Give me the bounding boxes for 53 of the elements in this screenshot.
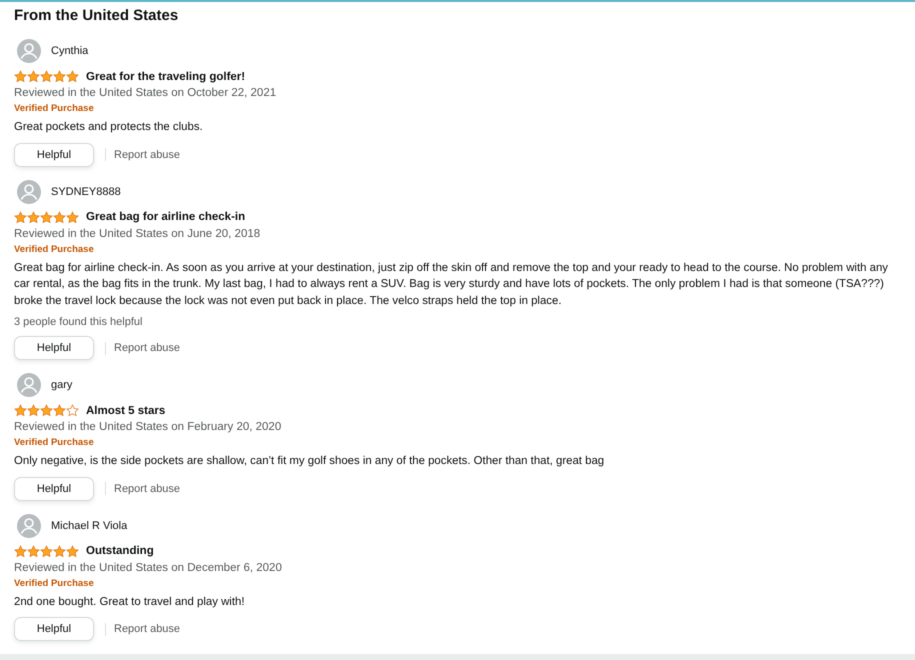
review-text: 2nd one bought. Great to travel and play with! [14,594,246,610]
helpful-button[interactable]: Helpful [14,617,94,641]
filled-star-icon [53,210,66,224]
review-title[interactable]: Almost 5 stars [86,404,166,416]
filled-star-icon [14,404,27,417]
review-title[interactable]: Great for the traveling golfer! [86,70,246,82]
report-abuse-link[interactable]: Report abuse [114,148,180,160]
avatar-icon [17,373,41,397]
review-title[interactable]: Great bag for airline check-in [86,211,246,223]
filled-star-icon [53,70,66,83]
filled-star-icon [27,210,40,224]
avatar-icon [17,180,41,204]
review-date: Reviewed in the United States on December 6, 2020 [14,560,283,576]
filled-star-icon [27,70,40,83]
avatar-icon [17,514,41,538]
review-text: Only negative, is the side pockets are shallow, can’t fit my golf shoes in any of the pockets. Other than that, great bag [14,454,606,469]
review-date: Reviewed in the United States on June 20, 2018 [14,226,262,242]
filled-star-icon [40,210,53,224]
filled-star-icon [66,70,79,83]
report-abuse-link[interactable]: Report abuse [114,342,180,354]
filled-star-icon [40,544,53,558]
filled-star-icon [53,544,66,558]
reviewer-name: SYDNEY8888 [51,186,121,198]
filled-star-icon [53,404,66,417]
filled-star-icon [14,70,27,83]
helpful-button[interactable]: Helpful [14,336,94,360]
review-date: Reviewed in the United States on February 20, 2020 [14,420,282,435]
review-date: Reviewed in the United States on October 22, 2021 [14,86,278,101]
review-text: Great bag for airline check-in. As soon as you arrive at your destination, just zip off the skin off and remove the top and your ready to head to the course. No problem with any car rental, as the bag fits in the trunk. My last bag, I had to always rent a SUV. Bag is very sturdy and have lots of pockets. The only problem I had is that someone (TSA???) broke the travel lock because the lock was not even put back in place. The velco straps held the top in place. [14,260,889,308]
filled-star-icon [40,404,53,417]
avatar-icon [17,39,41,63]
report-abuse-link[interactable]: Report abuse [114,482,180,494]
section-heading: From the United States [14,6,180,26]
filled-star-icon [14,210,27,224]
filled-star-icon [40,70,53,83]
helpful-button[interactable]: Helpful [14,476,94,500]
report-abuse-link[interactable]: Report abuse [114,623,180,635]
verified-purchase-label: Verified Purchase [14,576,95,590]
filled-star-icon [27,404,40,417]
reviewer-name: Cynthia [51,45,88,57]
filled-star-icon [66,544,79,558]
filled-star-icon [66,210,79,224]
reviewer-name: gary [51,379,72,391]
verified-purchase-label: Verified Purchase [14,242,95,256]
helpful-button[interactable]: Helpful [14,142,94,166]
filled-star-icon [27,544,40,558]
verified-purchase-label: Verified Purchase [14,102,95,116]
verified-purchase-label: Verified Purchase [14,436,95,450]
review-text: Great pockets and protects the clubs. [14,120,204,135]
helpful-count: 3 people found this helpful [14,315,144,329]
reviewer-name: Michael R Viola [51,520,128,532]
review-title[interactable]: Outstanding [86,545,154,557]
filled-star-icon [14,544,27,558]
